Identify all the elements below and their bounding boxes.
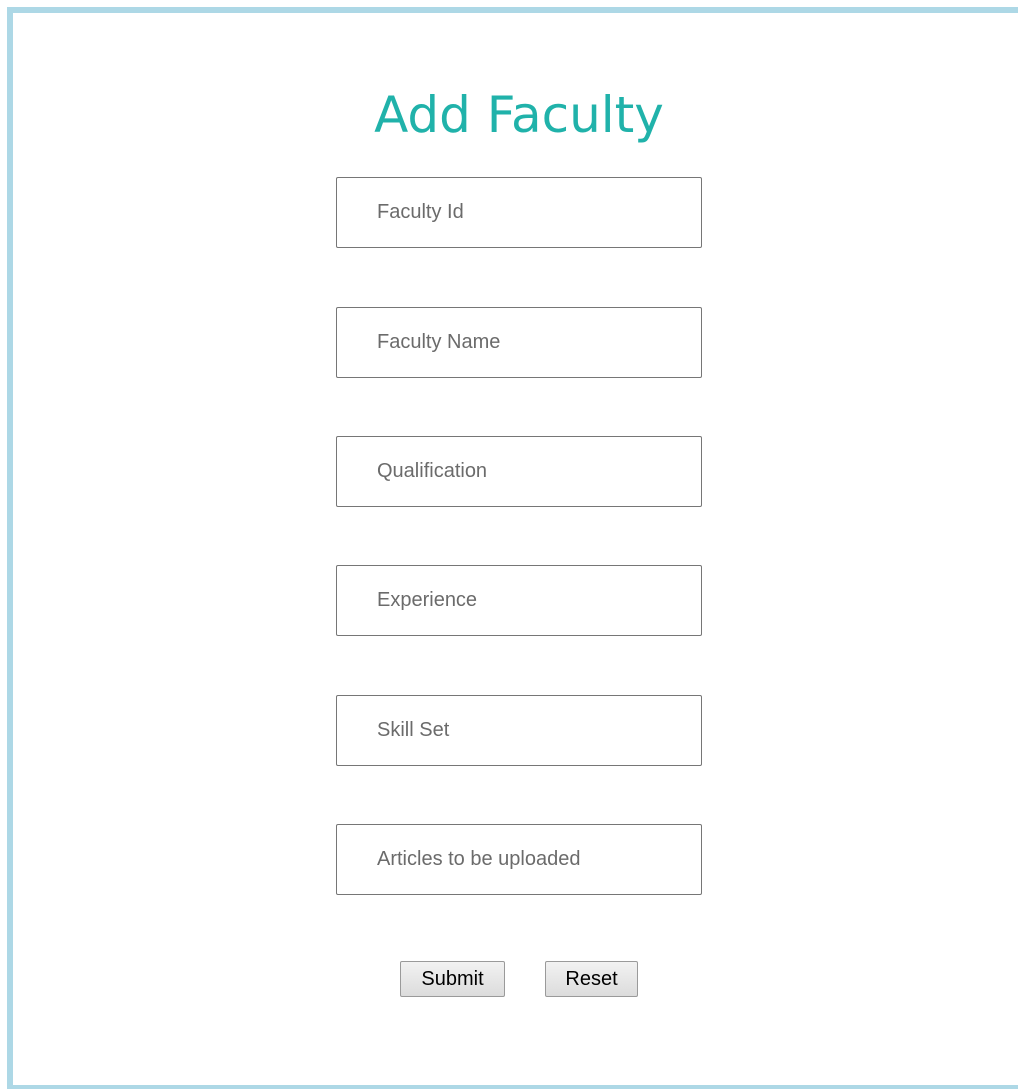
faculty-name-field[interactable] — [336, 307, 702, 378]
articles-field[interactable] — [336, 824, 702, 895]
experience-field[interactable] — [336, 565, 702, 636]
skill-set-field[interactable] — [336, 695, 702, 766]
reset-button[interactable]: Reset — [545, 961, 638, 997]
form-frame — [7, 7, 1018, 1089]
submit-button[interactable]: Submit — [400, 961, 505, 997]
faculty-id-field[interactable] — [336, 177, 702, 248]
page-title: Add Faculty — [374, 86, 664, 144]
qualification-field[interactable] — [336, 436, 702, 507]
